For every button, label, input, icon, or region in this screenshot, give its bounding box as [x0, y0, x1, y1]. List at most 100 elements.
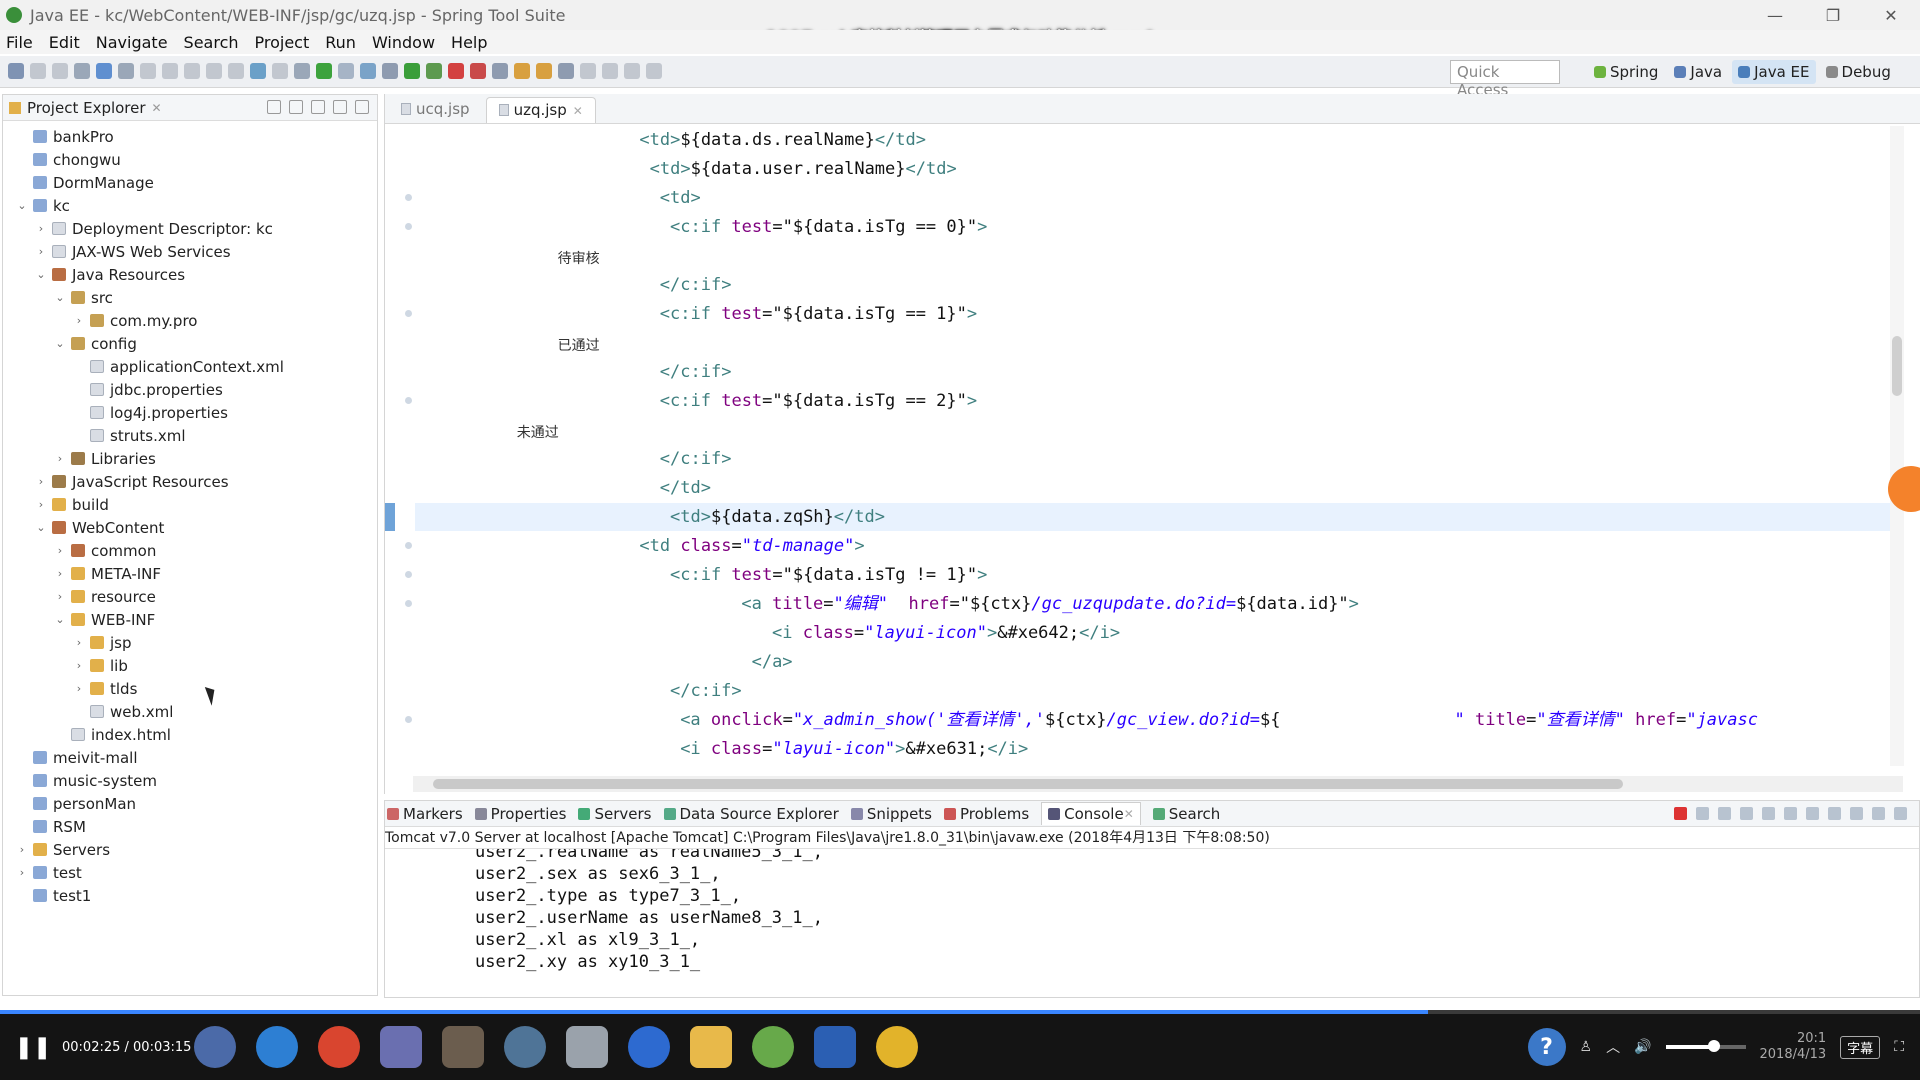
toolbar-action-icon[interactable]	[426, 63, 442, 79]
chevron-right-icon[interactable]: ›	[72, 636, 86, 649]
remove-all-icon[interactable]	[1718, 807, 1731, 820]
speaker-icon[interactable]: 🔊	[1634, 1039, 1651, 1055]
fold-marker-icon[interactable]	[405, 542, 412, 549]
tree-item-src[interactable]: ⌄ src	[3, 286, 377, 309]
close-icon[interactable]: ✕	[573, 104, 583, 118]
chevron-up-icon[interactable]: ︿	[1606, 1037, 1620, 1057]
minimize-icon[interactable]	[333, 100, 347, 114]
fold-marker-icon[interactable]	[405, 716, 412, 723]
tab-properties[interactable]: Properties	[474, 805, 566, 823]
chevron-right-icon[interactable]: ›	[72, 314, 86, 327]
tree-item-music-system[interactable]: music-system	[3, 769, 377, 792]
chevron-down-icon[interactable]: ⌄	[53, 613, 67, 626]
pin-console-icon[interactable]	[1806, 807, 1819, 820]
code-line[interactable]: </td>	[415, 474, 1895, 502]
tree-item-config[interactable]: ⌄ config	[3, 332, 377, 355]
code-line[interactable]: </c:if>	[415, 445, 1895, 473]
chevron-down-icon[interactable]: ⌄	[34, 268, 48, 281]
menu-project[interactable]: Project	[255, 33, 310, 52]
toolbar-action-icon[interactable]	[140, 63, 156, 79]
code-line[interactable]: </a>	[415, 648, 1895, 676]
perspective-spring[interactable]: Spring	[1588, 60, 1664, 84]
perspective-java[interactable]: Java	[1668, 60, 1728, 84]
mail-app-icon[interactable]	[566, 1026, 608, 1068]
code-line[interactable]	[415, 416, 1895, 444]
tree-item-jsp[interactable]: › jsp	[3, 631, 377, 654]
editor-horizontal-scrollbar[interactable]	[413, 776, 1903, 792]
toolbar-action-icon[interactable]	[272, 63, 288, 79]
tree-item-common[interactable]: › common	[3, 539, 377, 562]
word-wrap-icon[interactable]	[1784, 807, 1797, 820]
tree-item-chongwu[interactable]: chongwu	[3, 148, 377, 171]
toolbar-action-icon[interactable]	[206, 63, 222, 79]
toolbar-action-icon[interactable]	[338, 63, 354, 79]
toolbar-action-icon[interactable]	[646, 63, 662, 79]
chevron-right-icon[interactable]: ›	[34, 222, 48, 235]
tree-item-tlds[interactable]: › tlds	[3, 677, 377, 700]
code-line[interactable]: <td>${data.ds.realName}</td>	[415, 126, 1895, 154]
tab-snippets[interactable]: Snippets	[850, 805, 932, 823]
chevron-down-icon[interactable]: ⌄	[53, 337, 67, 350]
minimize-icon[interactable]	[1872, 807, 1885, 820]
fold-marker-icon[interactable]	[405, 397, 412, 404]
toolbar-action-icon[interactable]	[250, 63, 266, 79]
code-line[interactable]: </c:if>	[415, 358, 1895, 386]
code-line[interactable]: <i class="layui-icon">&#xe642;</i>	[415, 619, 1895, 647]
menu-edit[interactable]: Edit	[49, 33, 80, 52]
fullscreen-icon[interactable]: ⛶	[1894, 1039, 1904, 1055]
scroll-lock-icon[interactable]	[1762, 807, 1775, 820]
code-line[interactable]	[415, 329, 1895, 357]
tab-servers[interactable]: Servers	[578, 805, 652, 823]
code-line[interactable]	[415, 242, 1895, 270]
maximize-icon[interactable]	[355, 100, 369, 114]
code-line[interactable]: <td>${data.user.realName}</td>	[415, 155, 1895, 183]
media-app-icon[interactable]	[442, 1026, 484, 1068]
tree-item-jdbc-properties[interactable]: jdbc.properties	[3, 378, 377, 401]
code-line[interactable]: <a onclick="x_admin_show('查看详情','${ctx}/…	[415, 706, 1895, 734]
tab-problems[interactable]: Problems	[944, 805, 1029, 823]
toolbar-action-icon[interactable]	[8, 63, 24, 79]
tree-item-java-resources[interactable]: ⌄ Java Resources	[3, 263, 377, 286]
scrollbar-thumb[interactable]	[1892, 336, 1902, 396]
tab-uzq-jsp[interactable]: uzq.jsp ✕	[485, 97, 596, 123]
menu-help[interactable]: Help	[451, 33, 487, 52]
toolbar-action-icon[interactable]	[602, 63, 618, 79]
chevron-right-icon[interactable]: ›	[53, 544, 67, 557]
tree-item-jax-ws-web-services[interactable]: › JAX-WS Web Services	[3, 240, 377, 263]
minimize-icon[interactable]: —	[1746, 0, 1804, 30]
tree-item-kc[interactable]: ⌄ kc	[3, 194, 377, 217]
tab-markers[interactable]: Markers	[387, 805, 463, 823]
chevron-right-icon[interactable]: ›	[34, 475, 48, 488]
file-explorer-icon[interactable]	[690, 1026, 732, 1068]
fold-marker-icon[interactable]	[405, 571, 412, 578]
tree-item-libraries[interactable]: › Libraries	[3, 447, 377, 470]
code-line[interactable]: <c:if test="${data.isTg == 0}">	[415, 213, 1895, 241]
code-line[interactable]: </c:if>	[415, 271, 1895, 299]
toolbar-action-icon[interactable]	[30, 63, 46, 79]
tree-item-meivit-mall[interactable]: meivit-mall	[3, 746, 377, 769]
tree-item-web-inf[interactable]: ⌄ WEB-INF	[3, 608, 377, 631]
k-app-icon[interactable]	[628, 1026, 670, 1068]
close-icon[interactable]: ✕	[1124, 807, 1134, 821]
code-line[interactable]: <c:if test="${data.isTg == 1}">	[415, 300, 1895, 328]
tree-item-test1[interactable]: test1	[3, 884, 377, 907]
subtitle-button[interactable]: 字幕	[1840, 1035, 1881, 1059]
code-editor[interactable]: <td>${data.ds.realName}</td> <td>${data.…	[415, 124, 1905, 764]
close-icon[interactable]: ✕	[1862, 0, 1920, 30]
toolbar-action-icon[interactable]	[294, 63, 310, 79]
code-line[interactable]: <td class="td-manage">	[415, 532, 1895, 560]
toolbar-action-icon[interactable]	[382, 63, 398, 79]
editor-vertical-scrollbar[interactable]	[1890, 126, 1904, 766]
code-line[interactable]: <td>${data.zqSh}</td>	[415, 503, 1895, 531]
chevron-right-icon[interactable]: ›	[34, 245, 48, 258]
fold-marker-icon[interactable]	[405, 310, 412, 317]
menu-window[interactable]: Window	[372, 33, 435, 52]
console-output[interactable]: user2_.realName as realName5_3_1_, user2_…	[385, 849, 1919, 975]
help-icon[interactable]: ?	[1527, 1028, 1566, 1066]
tree-item-bankpro[interactable]: bankPro	[3, 125, 377, 148]
tree-item-build[interactable]: › build	[3, 493, 377, 516]
tree-item-rsm[interactable]: RSM	[3, 815, 377, 838]
toolbar-action-icon[interactable]	[360, 63, 376, 79]
perspective-java-ee[interactable]: Java EE	[1732, 60, 1816, 84]
toolbar-action-icon[interactable]	[580, 63, 596, 79]
